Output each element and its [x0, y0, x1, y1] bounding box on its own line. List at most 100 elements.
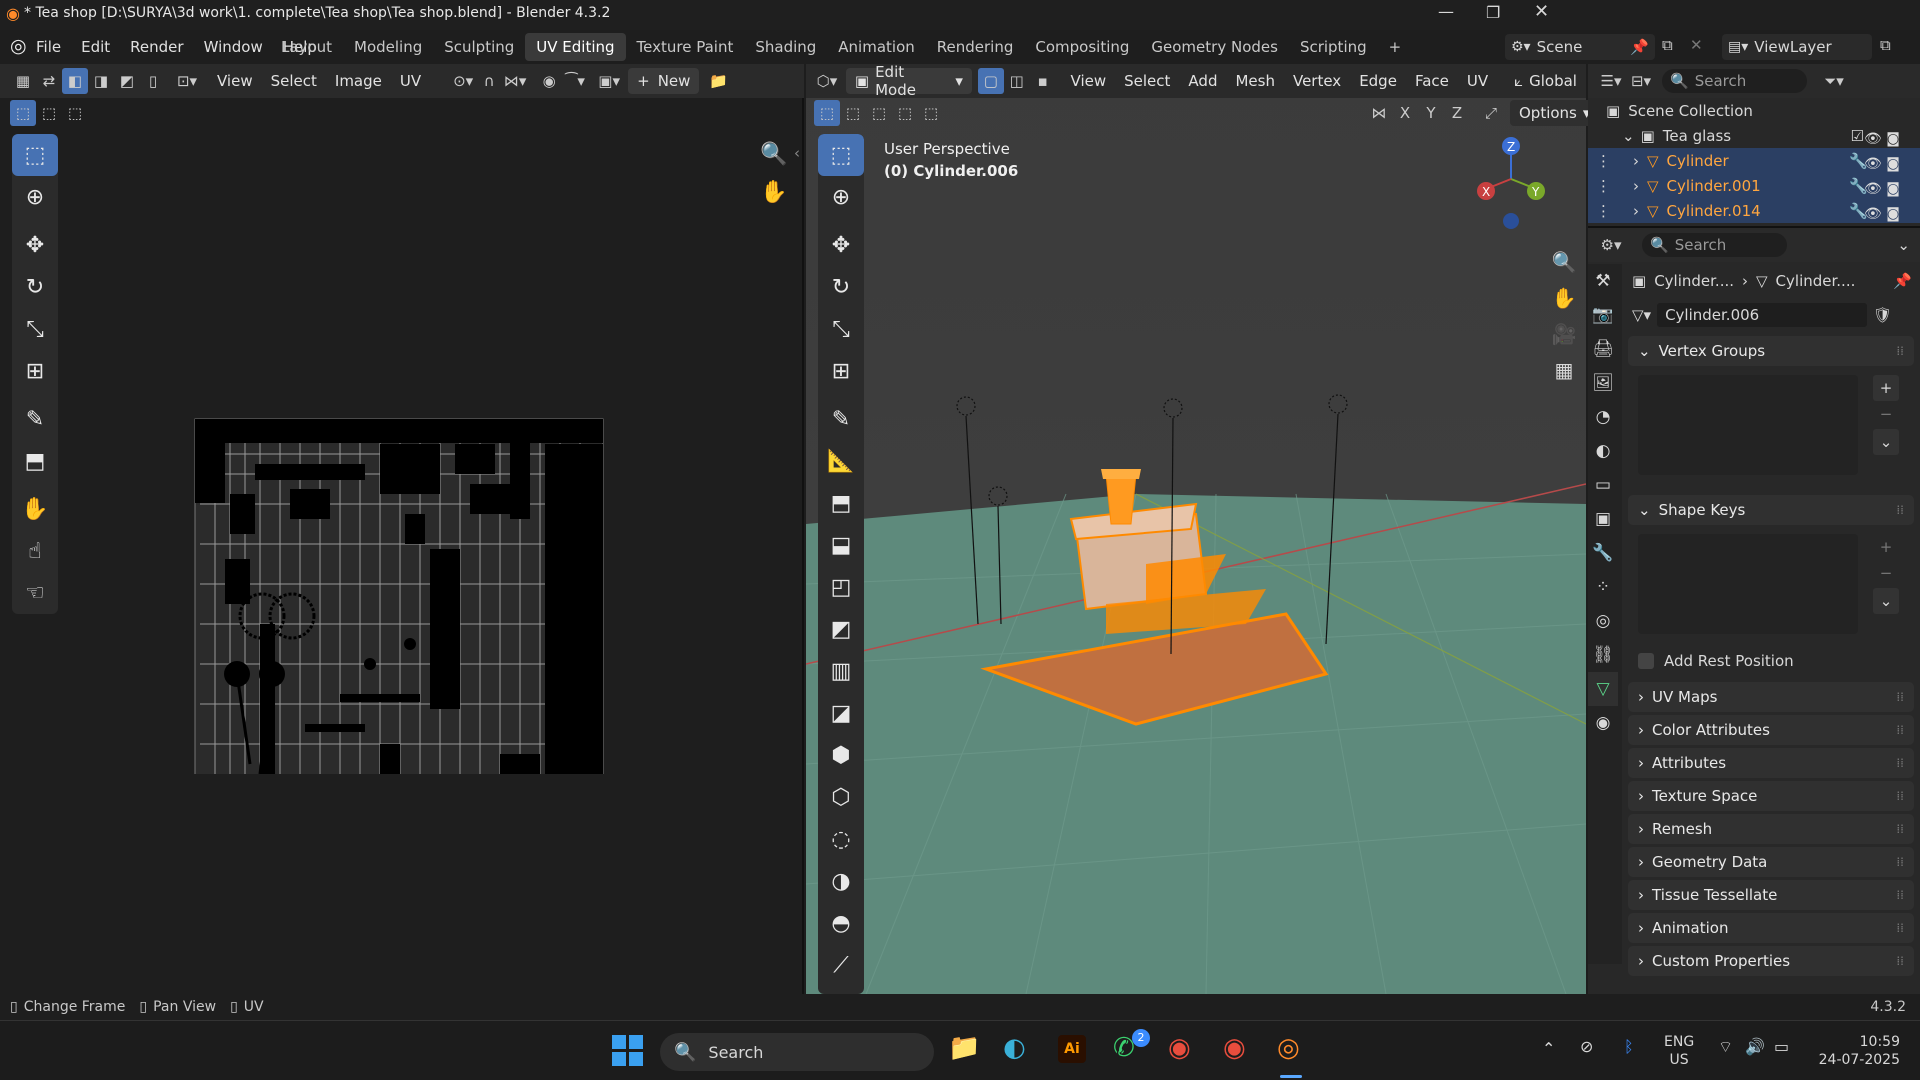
tab-layout[interactable]: Layout — [270, 33, 343, 61]
eye-icon[interactable]: 👁 ◙ — [1864, 127, 1914, 152]
rip-tool-icon[interactable]: ⬒ — [12, 440, 58, 482]
chrome-icon[interactable]: ◉ — [1168, 1033, 1191, 1063]
vp-pan-icon[interactable]: ✋ — [1546, 280, 1582, 316]
3d-viewport[interactable]: ⬡▾ ▣ Edit Mode ▾ ▢ ◫ ▪ View Select Add M… — [806, 63, 1600, 994]
options-dropdown[interactable]: Options ▾ — [1510, 100, 1600, 126]
transform-orientation[interactable]: ⟀ Global — [1505, 68, 1586, 94]
panel-attributes[interactable]: › Attributes ⁞⁞ — [1628, 748, 1914, 778]
vp-menu-add[interactable]: Add — [1179, 68, 1226, 94]
edit-mode-toggle-icon[interactable]: ⋮ — [1596, 152, 1611, 170]
eye-icon[interactable]: 👁 ◙ — [1864, 202, 1914, 227]
shape-keys-list[interactable] — [1638, 534, 1858, 634]
render-tab-icon[interactable]: 📷 — [1588, 298, 1618, 332]
menu-render[interactable]: Render — [120, 30, 193, 64]
vp-zoom-icon[interactable]: 🔍 — [1546, 244, 1582, 280]
world-tab-icon[interactable]: ◐ — [1588, 434, 1618, 468]
blender-menu-icon[interactable]: ◎ — [10, 35, 27, 57]
vertex-groups-list[interactable] — [1638, 375, 1858, 475]
ortho-toggle-icon[interactable]: ▦ — [1546, 352, 1582, 388]
uv-layout[interactable] — [170, 344, 610, 774]
drag-grip-icon[interactable]: ⁞⁞ — [1896, 756, 1904, 770]
drag-grip-icon[interactable]: ⁞⁞ — [1896, 344, 1904, 358]
maximize-icon[interactable]: ❐ — [1486, 3, 1500, 22]
vp-select-extend-icon[interactable]: ⬚ — [840, 100, 866, 126]
panel-remesh[interactable]: › Remesh ⁞⁞ — [1628, 814, 1914, 844]
panel-uv-maps[interactable]: › UV Maps ⁞⁞ — [1628, 682, 1914, 712]
sidebar-toggle-icon[interactable]: ‹ — [794, 144, 800, 162]
uv-menu-view[interactable]: View — [208, 68, 262, 94]
mirror-x-toggle[interactable]: X — [1392, 100, 1418, 126]
editor-type-icon[interactable]: ▦ — [10, 68, 36, 94]
vp-select-subtract-icon[interactable]: ⬚ — [866, 100, 892, 126]
vertex-select-icon[interactable]: ◧ — [62, 68, 88, 94]
smooth-tool-icon[interactable]: ◌ — [818, 818, 864, 860]
tab-scripting[interactable]: Scripting — [1289, 33, 1378, 61]
panel-vertex-groups[interactable]: ⌄ Vertex Groups ⁞⁞ — [1628, 336, 1914, 366]
grab-tool-icon[interactable]: ✋ — [12, 488, 58, 530]
illustrator-icon[interactable]: Ai — [1058, 1035, 1086, 1063]
move-tool-icon[interactable]: ✥ — [12, 224, 58, 266]
vp-menu-uv[interactable]: UV — [1458, 68, 1497, 94]
edge-mode-icon[interactable]: ◫ — [1004, 68, 1030, 94]
select-box-tool-icon[interactable]: ⬚ — [12, 134, 58, 176]
delete-scene-icon[interactable]: ✕ — [1690, 36, 1703, 54]
group-specials-icon[interactable]: ⌄ — [1873, 429, 1899, 455]
annotate-tool-icon[interactable]: ✎ — [12, 398, 58, 440]
panel-shape-keys[interactable]: ⌄ Shape Keys ⁞⁞ — [1628, 495, 1914, 525]
physics-tab-icon[interactable]: ◎ — [1588, 604, 1618, 638]
overlay-icon[interactable]: ◉ — [536, 68, 562, 94]
uv-editor[interactable]: ▦ ⇄ ◧ ◨ ◩ ▯ ⊡▾ View Select Image UV ⊙▾ ∩… — [0, 64, 804, 994]
remove-shape-key-icon[interactable]: − — [1873, 560, 1899, 586]
particles-tab-icon[interactable]: ⁘ — [1588, 570, 1618, 604]
pin-properties-icon[interactable]: 📌 — [1893, 272, 1912, 290]
drag-grip-icon[interactable]: ⁞⁞ — [1896, 789, 1904, 803]
camera-view-icon[interactable]: 🎥 — [1546, 316, 1582, 352]
snap-icon[interactable]: ⋈▾ — [502, 68, 528, 94]
vertex-mode-icon[interactable]: ▢ — [977, 68, 1004, 94]
uv-menu-select[interactable]: Select — [262, 68, 326, 94]
add-shape-key-icon[interactable]: + — [1873, 534, 1899, 560]
fake-user-icon[interactable]: 🛡 — [1873, 306, 1892, 324]
network-off-icon[interactable]: ⊘ — [1580, 1037, 1593, 1056]
add-cube-tool-icon[interactable]: ⬒ — [818, 482, 864, 524]
add-group-icon[interactable]: + — [1873, 375, 1899, 401]
tab-uv-editing[interactable]: UV Editing — [525, 33, 626, 61]
vp-transform-tool-icon[interactable]: ⊞ — [818, 350, 864, 392]
vp-select-tool-icon[interactable]: ⬚ — [818, 134, 864, 176]
drag-grip-icon[interactable]: ⁞⁞ — [1896, 690, 1904, 704]
properties-search[interactable]: 🔍 Search — [1642, 233, 1787, 257]
vp-menu-mesh[interactable]: Mesh — [1226, 68, 1284, 94]
outliner-type-icon[interactable]: ☰▾ — [1598, 68, 1624, 94]
new-viewlayer-icon[interactable]: ⧉ — [1880, 36, 1891, 54]
vp-scale-tool-icon[interactable]: ⤡ — [818, 308, 864, 350]
vp-annotate-tool-icon[interactable]: ✎ — [818, 398, 864, 440]
add-workspace-icon[interactable]: + — [1378, 33, 1413, 61]
edge-select-icon[interactable]: ◨ — [88, 68, 114, 94]
clock[interactable]: 10:59 24-07-2025 — [1810, 1033, 1900, 1069]
panel-custom-properties[interactable]: › Custom Properties ⁞⁞ — [1628, 946, 1914, 976]
panel-color-attributes[interactable]: › Color Attributes ⁞⁞ — [1628, 715, 1914, 745]
bluetooth-icon[interactable]: ᛒ — [1624, 1037, 1634, 1056]
uv-menu-uv[interactable]: UV — [391, 68, 430, 94]
select-subtract-icon[interactable]: ⬚ — [62, 100, 88, 126]
shear-tool-icon[interactable]: ⟋ — [818, 944, 864, 986]
chrome-profile-icon[interactable]: ◉ — [1223, 1033, 1246, 1063]
open-image-icon[interactable]: 📁 — [705, 68, 731, 94]
constraints-tab-icon[interactable]: ⛓ — [1588, 638, 1618, 672]
blender-taskbar-icon[interactable]: ◎ — [1277, 1033, 1300, 1063]
tab-modeling[interactable]: Modeling — [343, 33, 433, 61]
inset-tool-icon[interactable]: ◰ — [818, 566, 864, 608]
uv-menu-image[interactable]: Image — [326, 68, 391, 94]
select-new-icon[interactable]: ⬚ — [10, 100, 36, 126]
drag-grip-icon[interactable]: ⁞⁞ — [1896, 723, 1904, 737]
shrink-fatten-tool-icon[interactable]: ◓ — [818, 902, 864, 944]
file-explorer-icon[interactable]: 📁 — [948, 1033, 980, 1063]
drag-grip-icon[interactable]: ⁞⁞ — [1896, 503, 1904, 517]
breadcrumb-object[interactable]: Cylinder.... — [1654, 272, 1734, 290]
drag-grip-icon[interactable]: ⁞⁞ — [1896, 954, 1904, 968]
mesh-data-icon[interactable]: ▽▾ — [1632, 306, 1651, 324]
shape-key-specials-icon[interactable]: ⌄ — [1873, 588, 1899, 614]
viewlayer-selector[interactable]: ▤▾ ViewLayer — [1722, 34, 1872, 60]
select-extend-icon[interactable]: ⬚ — [36, 100, 62, 126]
properties-type-icon[interactable]: ⚙▾ — [1598, 232, 1624, 258]
